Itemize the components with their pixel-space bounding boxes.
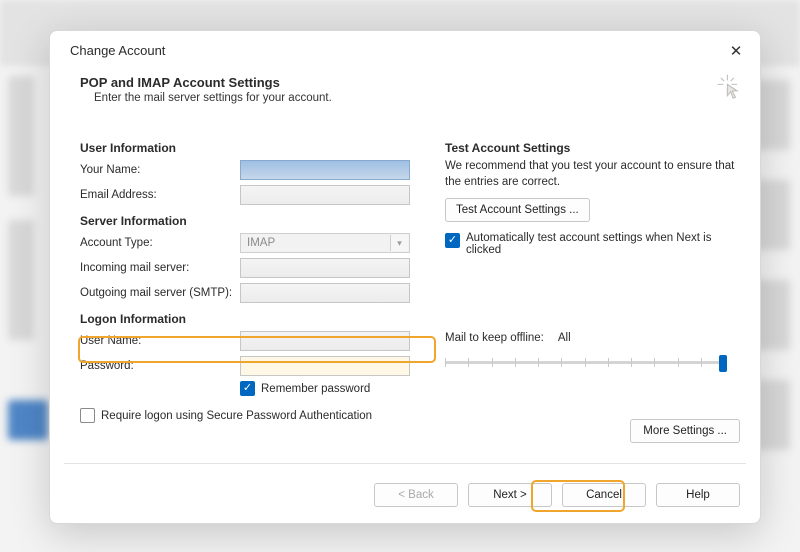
mail-offline-slider[interactable] [445,352,725,374]
test-account-button[interactable]: Test Account Settings ... [445,198,590,222]
incoming-server-input[interactable] [240,258,410,278]
outgoing-server-input[interactable] [240,283,410,303]
separator [64,463,746,464]
password-label: Password: [80,360,240,372]
more-settings-button[interactable]: More Settings ... [630,419,740,443]
close-icon: ✕ [730,42,743,60]
outgoing-server-label: Outgoing mail server (SMTP): [80,287,240,299]
change-account-dialog: Change Account ✕ POP and IMAP Account Se… [49,30,761,524]
user-name-label: User Name: [80,335,240,347]
cursor-sparkle-icon [716,73,742,99]
logon-info-header: Logon Information [80,312,435,326]
user-name-input[interactable] [240,331,410,351]
user-info-header: User Information [80,141,435,155]
email-label: Email Address: [80,189,240,201]
help-button[interactable]: Help [656,483,740,507]
password-input[interactable] [240,356,410,376]
mail-offline-value: All [558,332,571,344]
dialog-footer: < Back Next > Cancel Help [50,483,760,507]
email-input[interactable] [240,185,410,205]
left-pane: User Information Your Name: Email Addres… [80,139,435,423]
remember-password-checkbox[interactable]: ✓ [240,381,255,396]
account-type-value: IMAP [247,237,275,249]
server-info-header: Server Information [80,214,435,228]
slider-thumb[interactable] [719,355,727,372]
account-type-label: Account Type: [80,237,240,249]
test-settings-header: Test Account Settings [445,141,740,155]
remember-password-label: Remember password [261,383,370,395]
cancel-button[interactable]: Cancel [562,483,646,507]
account-type-combo: IMAP ▾ [240,233,410,253]
next-button[interactable]: Next > [468,483,552,507]
your-name-input[interactable] [240,160,410,180]
test-settings-text: We recommend that you test your account … [445,159,740,190]
slider-ticks [445,358,725,367]
back-button: < Back [374,483,458,507]
chevron-down-icon: ▾ [390,235,408,251]
spa-label: Require logon using Secure Password Auth… [101,410,372,422]
dialog-title: Change Account [70,43,165,58]
auto-test-checkbox[interactable]: ✓ [445,233,460,248]
right-pane: Test Account Settings We recommend that … [445,139,740,374]
page-subheading: Enter the mail server settings for your … [94,92,332,104]
close-button[interactable]: ✕ [722,39,750,63]
page-heading: POP and IMAP Account Settings [80,75,280,90]
auto-test-label: Automatically test account settings when… [466,232,718,256]
incoming-server-label: Incoming mail server: [80,262,240,274]
mail-offline-label: Mail to keep offline: [445,332,544,344]
your-name-label: Your Name: [80,164,240,176]
spa-checkbox[interactable] [80,408,95,423]
